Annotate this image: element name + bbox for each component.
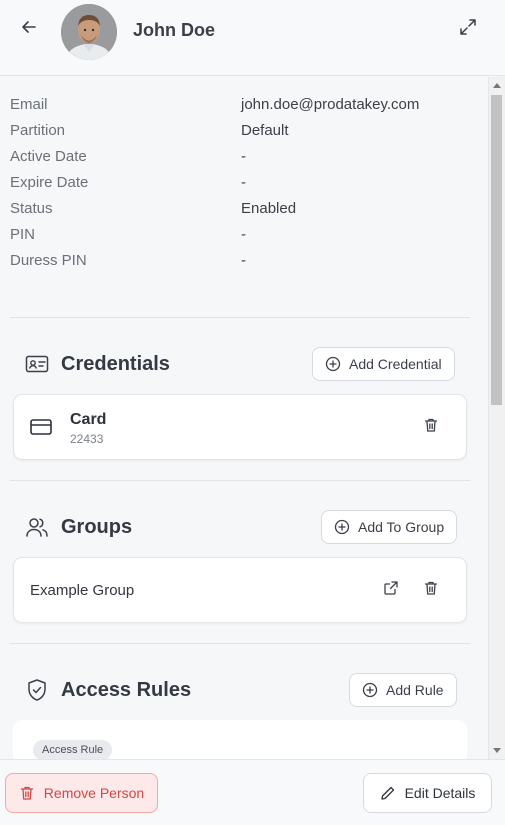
- section-divider: [10, 317, 470, 318]
- section-divider: [10, 643, 470, 644]
- add-credential-label: Add Credential: [349, 356, 442, 372]
- credential-number: 22433: [70, 432, 104, 446]
- credential-type: Card: [70, 411, 107, 428]
- detail-label: PIN: [10, 226, 36, 243]
- remove-person-label: Remove Person: [43, 785, 145, 801]
- detail-value: -: [241, 174, 246, 191]
- avatar: [61, 4, 117, 60]
- detail-value: Enabled: [241, 200, 297, 217]
- add-rule-label: Add Rule: [386, 682, 444, 698]
- remove-group-button[interactable]: [420, 579, 442, 601]
- access-rule-tag: Access Rule: [33, 740, 113, 759]
- panel-footer: Remove Person Edit Details: [0, 759, 505, 825]
- add-to-group-label: Add To Group: [358, 519, 445, 535]
- plus-circle-icon: [325, 356, 341, 372]
- group-name: Example Group: [30, 582, 135, 599]
- detail-label: Expire Date: [10, 174, 89, 191]
- person-details-content: Email john.doe@prodatakey.com Partition …: [0, 77, 488, 759]
- access-rules-title: Access Rules: [61, 679, 192, 701]
- pencil-icon: [380, 785, 396, 801]
- plus-circle-icon: [362, 682, 378, 698]
- expand-icon: [459, 18, 477, 41]
- scroll-down-arrow[interactable]: [493, 748, 501, 753]
- arrow-left-icon: [21, 19, 37, 40]
- groups-title: Groups: [61, 516, 133, 538]
- access-rule-card: Access Rule: [13, 720, 467, 759]
- detail-label: Active Date: [10, 148, 87, 165]
- add-to-group-button[interactable]: Add To Group: [321, 510, 458, 544]
- detail-label: Partition: [10, 122, 66, 139]
- detail-value: -: [241, 148, 246, 165]
- trash-icon: [19, 785, 35, 801]
- group-card: Example Group: [13, 557, 467, 623]
- users-icon: [24, 514, 50, 540]
- trash-icon: [423, 580, 439, 601]
- detail-label: Status: [10, 200, 53, 217]
- plus-circle-icon: [334, 519, 350, 535]
- edit-details-label: Edit Details: [404, 785, 476, 801]
- shield-check-icon: [24, 677, 50, 703]
- detail-value: -: [241, 226, 246, 243]
- external-link-icon: [383, 580, 399, 601]
- trash-icon: [423, 417, 439, 438]
- credentials-title: Credentials: [61, 353, 170, 375]
- scroll-thumb[interactable]: [491, 95, 502, 405]
- open-group-button[interactable]: [380, 579, 402, 601]
- detail-value: john.doe@prodatakey.com: [241, 96, 420, 113]
- scrollbar[interactable]: [488, 77, 505, 759]
- person-name: John Doe: [133, 20, 216, 40]
- expand-button[interactable]: [456, 17, 480, 41]
- add-rule-button[interactable]: Add Rule: [349, 673, 457, 707]
- card-icon: [30, 416, 52, 438]
- section-divider: [10, 480, 470, 481]
- detail-value: Default: [241, 122, 289, 139]
- add-credential-button[interactable]: Add Credential: [312, 347, 455, 381]
- detail-label: Duress PIN: [10, 252, 87, 269]
- panel-header: John Doe: [0, 0, 505, 76]
- back-button[interactable]: [16, 16, 42, 42]
- credential-card: Card 22433: [13, 394, 467, 460]
- detail-label: Email: [10, 96, 48, 113]
- id-card-icon: [24, 351, 50, 377]
- detail-value: -: [241, 252, 246, 269]
- scroll-up-arrow[interactable]: [493, 83, 501, 88]
- edit-details-button[interactable]: Edit Details: [363, 773, 492, 813]
- delete-credential-button[interactable]: [420, 416, 442, 438]
- remove-person-button[interactable]: Remove Person: [5, 773, 158, 813]
